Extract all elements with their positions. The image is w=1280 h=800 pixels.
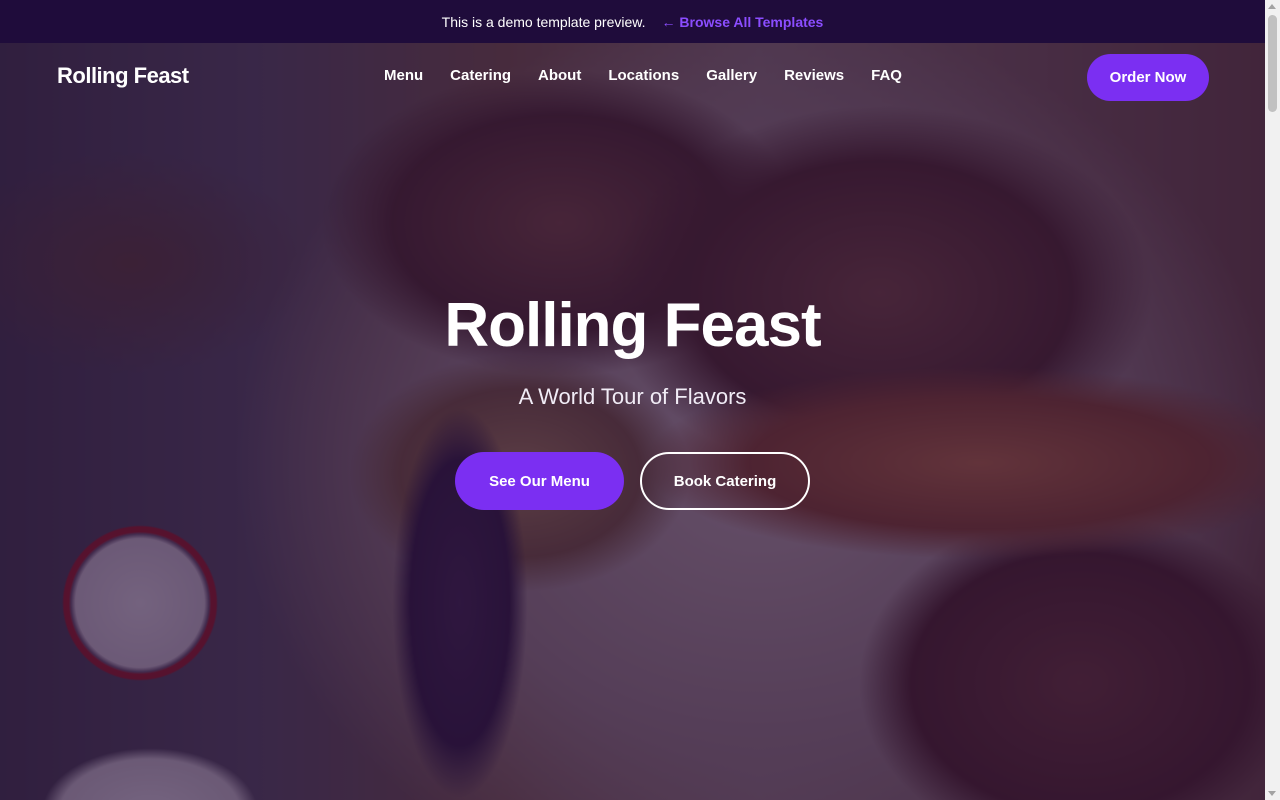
browse-templates-link[interactable]: ← Browse All Templates (662, 14, 824, 30)
nav-link-faq[interactable]: FAQ (871, 67, 902, 84)
nav-link-about[interactable]: About (538, 67, 581, 84)
nav-link-gallery[interactable]: Gallery (706, 67, 757, 84)
hero-cta-row: See Our Menu Book Catering (0, 452, 1265, 510)
nav-link-locations[interactable]: Locations (608, 67, 679, 84)
hero-title: Rolling Feast (444, 291, 821, 360)
nav-links: Menu Catering About Locations Gallery Re… (384, 67, 929, 84)
hero-subtitle: A World Tour of Flavors (518, 384, 747, 409)
nav-link-catering[interactable]: Catering (450, 67, 511, 84)
demo-banner-message: This is a demo template preview. (441, 13, 646, 30)
scroll-down-arrow-icon[interactable] (1268, 791, 1276, 796)
demo-banner: This is a demo template preview. ← Brows… (0, 0, 1265, 43)
book-catering-button[interactable]: Book Catering (640, 452, 810, 510)
main-navbar: Rolling Feast Menu Catering About Locati… (0, 43, 1265, 113)
hero-content: Rolling Feast A World Tour of Flavors Se… (0, 290, 1265, 510)
order-now-button[interactable]: Order Now (1087, 54, 1209, 101)
nav-link-reviews[interactable]: Reviews (784, 67, 844, 84)
page-scrollbar[interactable] (1265, 0, 1280, 800)
nav-link-menu[interactable]: Menu (384, 67, 423, 84)
see-menu-button[interactable]: See Our Menu (455, 452, 624, 510)
brand-logo[interactable]: Rolling Feast (57, 63, 189, 89)
scroll-up-arrow-icon[interactable] (1268, 4, 1276, 9)
scroll-thumb[interactable] (1268, 15, 1277, 112)
